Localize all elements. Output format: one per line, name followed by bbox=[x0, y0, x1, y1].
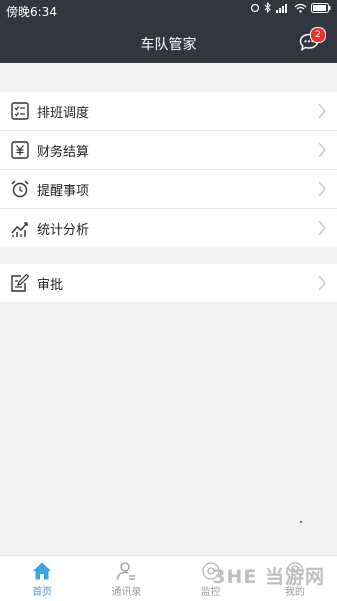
top-bar: 傍晚6:34 车队管家 2 bbox=[0, 0, 337, 63]
chart-icon bbox=[11, 222, 28, 237]
menu-item-label: 提醒事项 bbox=[37, 183, 90, 199]
tab-label: 首页 bbox=[32, 587, 53, 598]
signal-icon bbox=[276, 3, 287, 13]
tab-home[interactable]: 首页 bbox=[0, 556, 84, 601]
menu-item-statistics[interactable]: 统计分析 bbox=[0, 209, 337, 247]
message-button[interactable]: 2 bbox=[299, 27, 326, 51]
contacts-icon bbox=[117, 562, 136, 580]
battery-icon bbox=[311, 2, 331, 13]
menu-item-finance[interactable]: 财务结算 bbox=[0, 131, 337, 170]
menu-group-main: 排班调度 财务结算 提醒事项 统计分析 bbox=[0, 92, 337, 247]
tab-contacts[interactable]: 通讯录 bbox=[84, 556, 168, 601]
menu-item-label: 审批 bbox=[37, 277, 64, 293]
menu-item-label: 财务结算 bbox=[37, 144, 90, 160]
status-icons bbox=[250, 2, 331, 13]
status-bar: 傍晚6:34 bbox=[0, 0, 337, 20]
message-badge: 2 bbox=[310, 27, 326, 43]
status-time: 傍晚6:34 bbox=[6, 5, 57, 19]
bluetooth-icon bbox=[264, 2, 271, 13]
menu-item-reminders[interactable]: 提醒事项 bbox=[0, 170, 337, 209]
approval-icon bbox=[11, 273, 30, 292]
chevron-right-icon bbox=[318, 275, 326, 291]
watermark-logo: 3HE 当游网 bbox=[212, 566, 325, 588]
screen-speck bbox=[300, 521, 302, 523]
home-icon bbox=[33, 562, 52, 580]
chevron-right-icon bbox=[318, 181, 326, 197]
menu-group-approval: 审批 bbox=[0, 264, 337, 302]
wifi-icon bbox=[294, 3, 307, 13]
menu-item-approval[interactable]: 审批 bbox=[0, 264, 337, 302]
menu-item-label: 排班调度 bbox=[37, 105, 90, 121]
chevron-right-icon bbox=[318, 142, 326, 158]
menu-item-label: 统计分析 bbox=[37, 222, 90, 238]
alarm-clock-icon bbox=[11, 180, 29, 198]
schedule-icon bbox=[11, 102, 29, 120]
finance-icon bbox=[11, 141, 29, 159]
alarm-status-icon bbox=[250, 3, 260, 12]
page-title: 车队管家 bbox=[140, 37, 197, 53]
menu-item-schedule[interactable]: 排班调度 bbox=[0, 92, 337, 131]
chevron-right-icon bbox=[318, 220, 326, 236]
tab-label: 通讯录 bbox=[111, 587, 142, 598]
chevron-right-icon bbox=[318, 103, 326, 119]
